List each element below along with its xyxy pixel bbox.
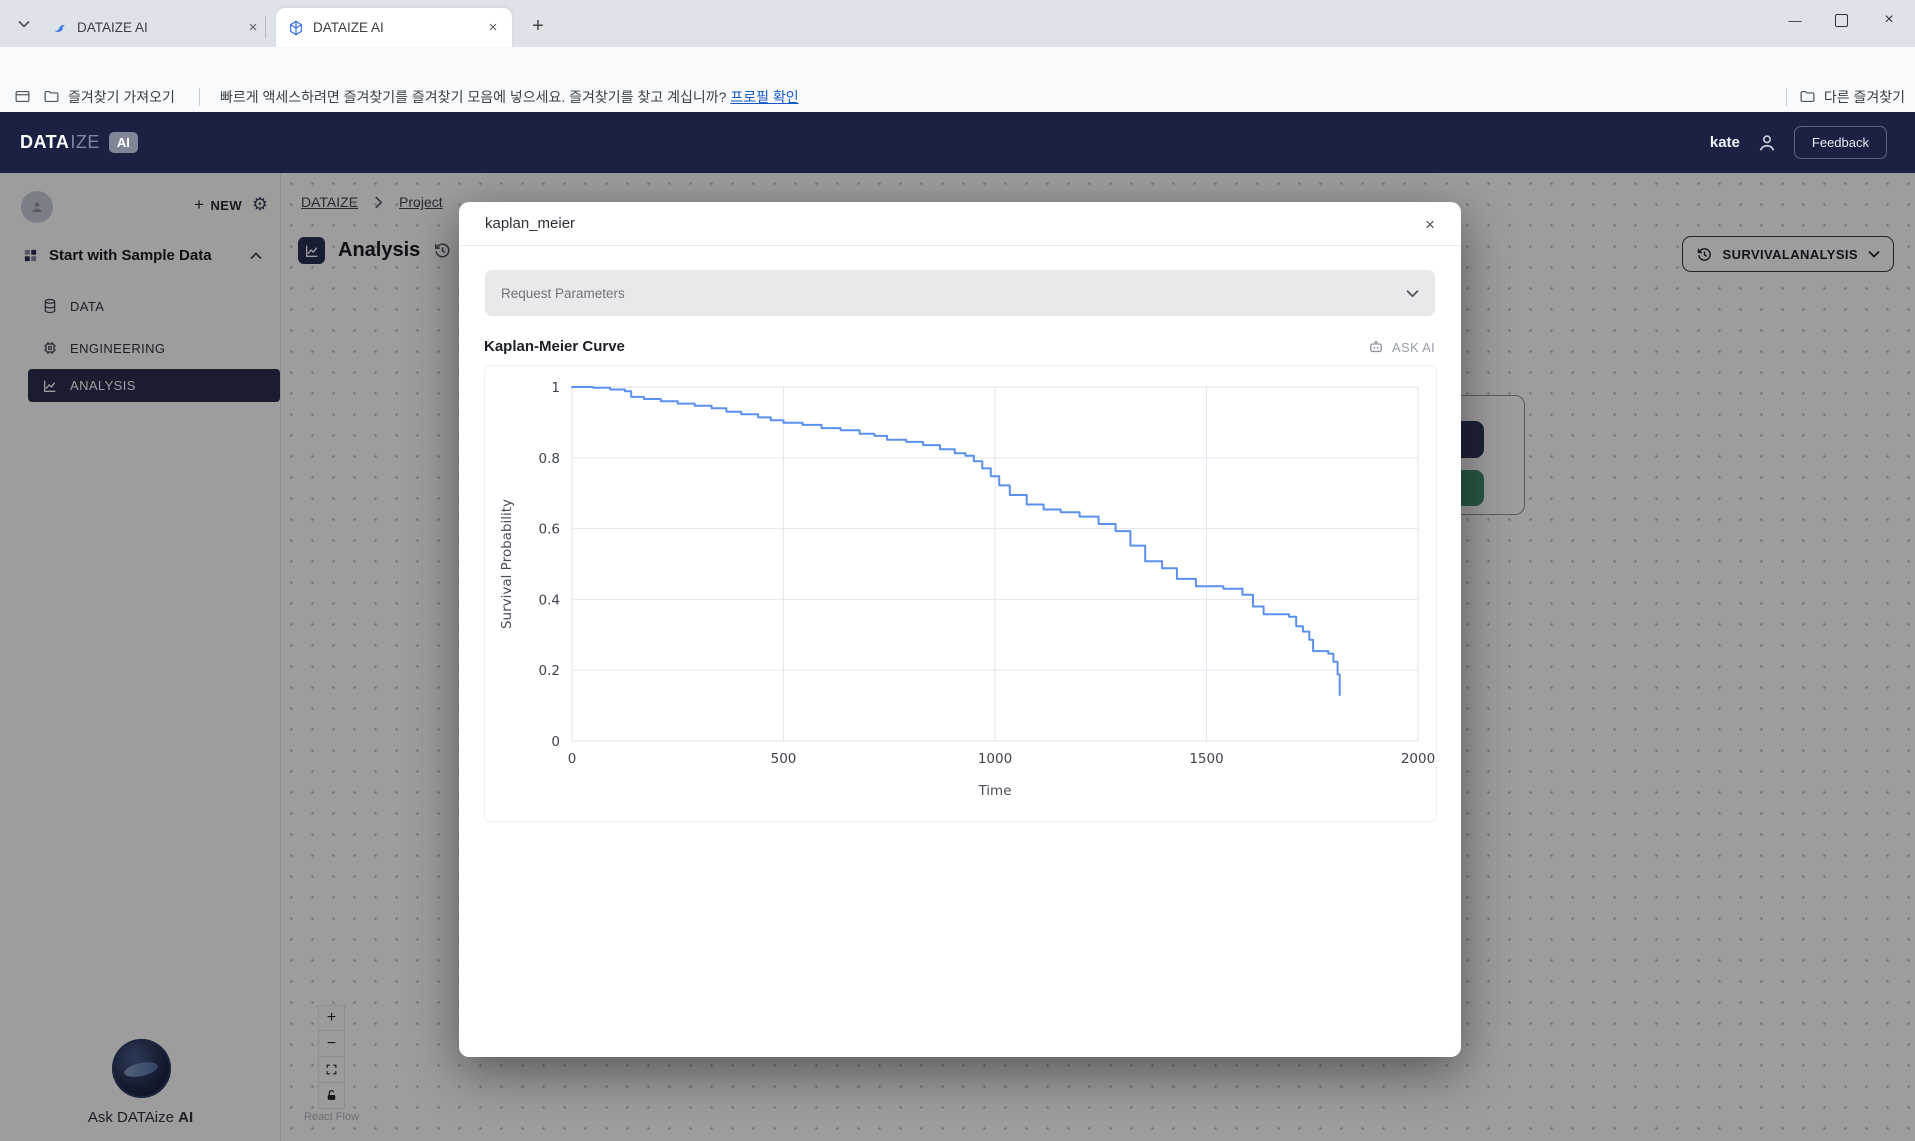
kaplan-meier-chart: 0 500 1000 1500 2000 0 0.2 0.4 0.6 0.8 1 Time Surviv… [459,368,1461,838]
dataize-cube-favicon [288,20,304,36]
window-minimize-button[interactable]: — [1772,0,1818,40]
request-parameters-accordion[interactable]: Request Parameters [485,270,1435,316]
svg-text:0: 0 [551,734,560,750]
folder-icon [43,88,60,105]
svg-text:500: 500 [771,751,797,767]
svg-text:2000: 2000 [1401,751,1435,767]
dataize-bird-favicon [52,20,68,36]
svg-text:0.6: 0.6 [539,522,560,538]
user-menu-button[interactable] [1756,132,1778,154]
kaplan-meier-modal: kaplan_meier × Request Parameters Kaplan… [459,202,1461,1057]
robot-icon [1367,338,1385,356]
svg-text:1000: 1000 [978,751,1012,767]
svg-text:1500: 1500 [1189,751,1223,767]
logo-text-ize: IZE [70,132,100,153]
favorites-hint-text: 빠르게 액세스하려면 즐겨찾기를 즐겨찾기 모음에 넣으세요. 즐겨찾기를 찾고… [220,89,726,105]
tab-close-icon[interactable]: × [244,19,262,37]
svg-text:1: 1 [551,380,560,396]
profile-check-link[interactable]: 프로필 확인 [730,89,798,105]
logo-text-data: DATA [20,132,69,153]
window-close-button[interactable]: × [1866,0,1912,40]
chevron-down-icon [18,20,30,28]
maximize-icon [1835,14,1848,27]
browser-toolbar: https://dataize.io/analytics/project/693… [0,47,1915,82]
username-label: kate [1710,134,1740,151]
divider [1786,88,1787,106]
svg-text:Time: Time [977,783,1011,799]
request-parameters-label: Request Parameters [501,286,625,301]
divider [199,88,200,106]
folder-icon [1799,88,1816,105]
browser-tab-strip: DATAIZE AI × DATAIZE AI × + — × [0,0,1915,47]
import-favorites-label: 즐겨찾기 가져오기 [68,87,175,107]
favorites-hint: 빠르게 액세스하려면 즐겨찾기를 즐겨찾기 모음에 넣으세요. 즐겨찾기를 찾고… [220,87,799,107]
browser-tab-2-active[interactable]: DATAIZE AI × [276,8,512,47]
tab-divider [265,16,266,38]
logo-ai-badge: AI [109,132,138,153]
tab-title: DATAIZE AI [313,20,475,35]
chevron-down-icon [1406,289,1419,298]
reading-list-icon[interactable] [14,88,31,105]
app-header: DATA IZE AI kate Feedback [0,112,1915,173]
tab-title: DATAIZE AI [77,20,235,35]
new-tab-button[interactable]: + [524,12,552,40]
browser-tab-1[interactable]: DATAIZE AI × [40,8,272,47]
person-icon [1756,132,1778,154]
modal-close-button[interactable]: × [1417,212,1443,238]
modal-title: kaplan_meier [485,215,575,232]
svg-text:0.2: 0.2 [539,663,560,679]
ask-ai-button[interactable]: ASK AI [1367,338,1435,356]
header-user-area: kate Feedback [1710,112,1915,173]
tab-close-icon[interactable]: × [484,19,502,37]
dataize-logo[interactable]: DATA IZE AI [20,112,138,173]
ask-ai-label: ASK AI [1392,340,1435,355]
favorites-bar: 즐겨찾기 가져오기 빠르게 액세스하려면 즐겨찾기를 즐겨찾기 모음에 넣으세요… [0,81,1915,113]
feedback-button[interactable]: Feedback [1794,126,1887,159]
other-favorites-button[interactable]: 다른 즐겨찾기 [1799,87,1915,107]
window-maximize-button[interactable] [1818,0,1864,40]
chart-heading: Kaplan-Meier Curve [484,338,625,355]
screen: DATAIZE AI × DATAIZE AI × + — × https://… [0,0,1915,1141]
svg-text:0.8: 0.8 [539,451,560,467]
tab-search-button[interactable] [10,11,38,37]
svg-text:0: 0 [568,751,577,767]
svg-text:Survival Probability: Survival Probability [499,499,515,629]
other-favorites-label: 다른 즐겨찾기 [1824,87,1905,107]
svg-text:0.4: 0.4 [539,592,560,608]
import-favorites-button[interactable]: 즐겨찾기 가져오기 [43,87,175,107]
divider [459,245,1461,246]
